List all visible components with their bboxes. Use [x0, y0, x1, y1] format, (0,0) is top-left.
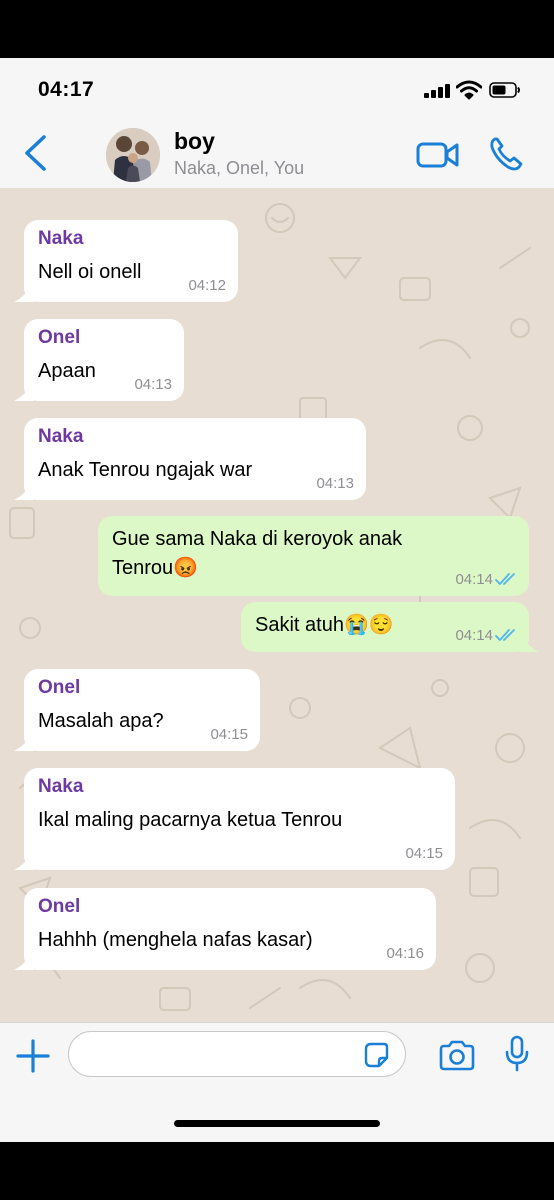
bottom-bezel	[0, 1142, 554, 1200]
message-list[interactable]: Naka Nell oi onell 04:12 Onel Apaan 04:1…	[0, 188, 554, 1022]
message-sender: Onel	[38, 896, 81, 917]
plus-icon[interactable]	[16, 1039, 50, 1073]
message-sender: Naka	[38, 228, 84, 249]
message-time: 04:12	[188, 277, 226, 294]
bubble-tail	[14, 381, 34, 401]
message-bubble[interactable]: Sakit atuh😭😌 04:14	[241, 602, 539, 652]
chat-participants[interactable]: Naka, Onel, You	[174, 158, 304, 179]
message-bubble[interactable]: Onel Apaan 04:13	[14, 319, 184, 401]
message-input[interactable]	[68, 1031, 406, 1077]
group-avatar[interactable]	[106, 128, 160, 182]
chat-title[interactable]: boy	[174, 128, 215, 155]
message-sender: Onel	[38, 677, 81, 698]
message-bubble[interactable]: Gue sama Naka di keroyok anak Tenrou😡 04…	[98, 516, 529, 596]
message-text: Masalah apa?	[38, 710, 164, 732]
message-bubble[interactable]: Naka Ikal maling pacarnya ketua Tenrou 0…	[14, 768, 455, 870]
microphone-icon[interactable]	[504, 1035, 530, 1073]
message-bubble[interactable]: Naka Anak Tenrou ngajak war 04:13	[14, 418, 366, 500]
message-sender: Naka	[38, 776, 84, 797]
message-text: Apaan	[38, 360, 96, 382]
chevron-left-icon[interactable]	[22, 134, 48, 172]
bubble-tail	[14, 731, 34, 751]
bubble-tail	[14, 282, 34, 302]
message-text: Gue sama Naka di keroyok anak	[112, 528, 403, 550]
message-sender: Naka	[38, 426, 84, 447]
message-text: Sakit atuh😭😌	[255, 614, 394, 636]
message-time: 04:15	[210, 726, 248, 743]
message-text: Nell oi onell	[38, 261, 142, 283]
message-text: Ikal maling pacarnya ketua Tenrou	[38, 809, 343, 831]
status-bar: 04:17	[0, 58, 554, 122]
battery-icon	[489, 82, 520, 98]
message-time: 04:15	[405, 845, 443, 862]
bubble-tail	[14, 480, 34, 500]
message-sender: Onel	[38, 327, 81, 348]
bubble-tail	[14, 850, 34, 870]
message-time: 04:13	[134, 376, 172, 393]
message-bubble[interactable]: Naka Nell oi onell 04:12	[14, 220, 238, 302]
wifi-icon	[456, 80, 482, 100]
signal-icon	[424, 84, 452, 98]
message-time: 04:14	[455, 571, 493, 588]
phone-screen: 04:17 boy Naka, Onel, You Naka Nell oi o…	[0, 58, 554, 1142]
message-bubble[interactable]: Onel Hahhh (menghela nafas kasar) 04:16	[14, 888, 436, 970]
read-ticks-icon	[495, 573, 515, 586]
message-bubble[interactable]: Onel Masalah apa? 04:15	[14, 669, 260, 751]
message-text: Tenrou😡	[112, 557, 199, 579]
chat-header: boy Naka, Onel, You	[0, 122, 554, 188]
sticker-icon[interactable]	[362, 1041, 390, 1069]
message-time: 04:14	[455, 627, 493, 644]
bubble-tail	[519, 632, 539, 652]
bubble-tail	[14, 950, 34, 970]
home-indicator[interactable]	[174, 1120, 380, 1127]
video-camera-icon[interactable]	[416, 140, 460, 170]
phone-icon[interactable]	[488, 136, 524, 172]
top-bezel	[0, 0, 554, 58]
message-time: 04:13	[316, 475, 354, 492]
read-ticks-icon	[495, 629, 515, 642]
camera-icon[interactable]	[438, 1039, 476, 1071]
message-text: Hahhh (menghela nafas kasar)	[38, 929, 313, 951]
message-time: 04:16	[386, 945, 424, 962]
message-text: Anak Tenrou ngajak war	[38, 459, 253, 481]
status-time: 04:17	[38, 78, 95, 101]
